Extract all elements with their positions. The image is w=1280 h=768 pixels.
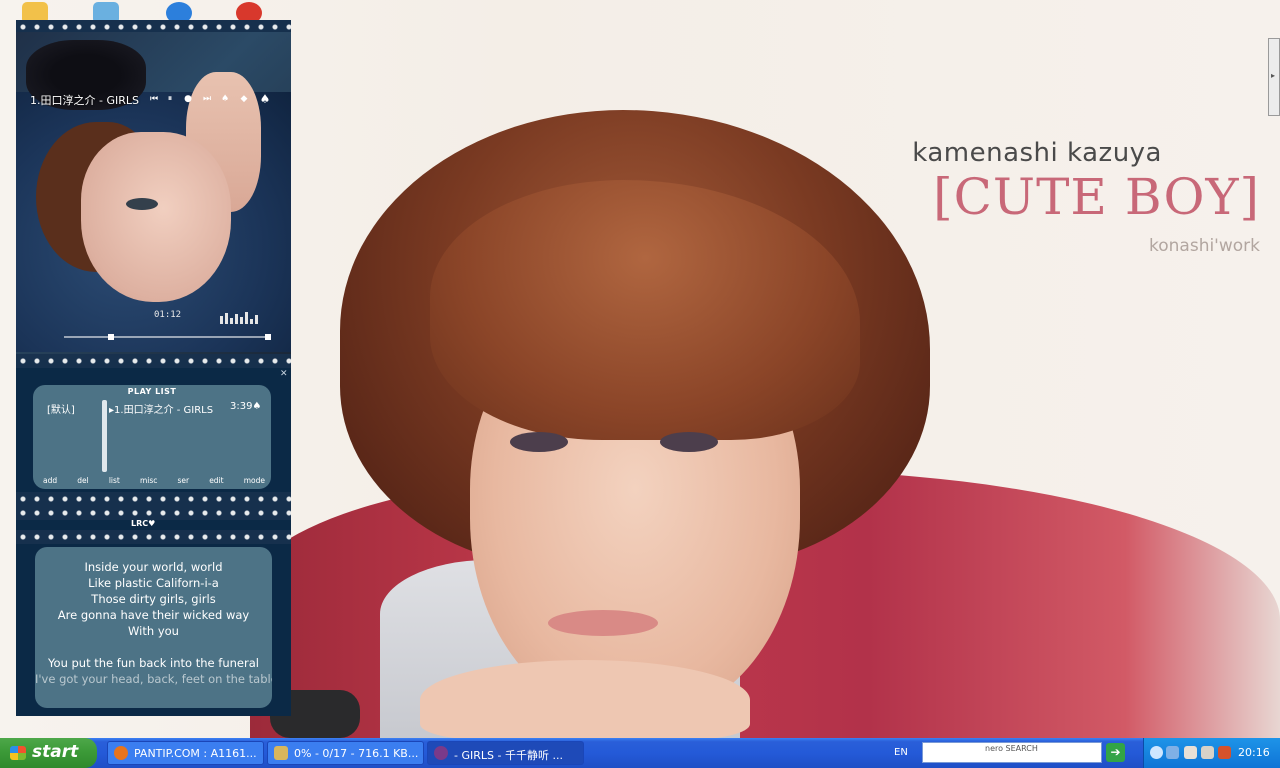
playlist-misc-button[interactable]: misc bbox=[140, 476, 157, 485]
clock[interactable]: 20:16 bbox=[1238, 746, 1270, 759]
playlist-add-button[interactable]: add bbox=[43, 476, 57, 485]
lyrics-panel: Inside your world, world Like plastic Ca… bbox=[35, 547, 272, 708]
playlist-mode-button[interactable]: mode bbox=[244, 476, 265, 485]
network-tray-icon[interactable] bbox=[1166, 746, 1179, 759]
taskbar-item-player[interactable]: - GIRLS - 千千静听 ... bbox=[427, 741, 584, 765]
scroll-right-arrow-icon: ▸ bbox=[1271, 71, 1276, 80]
spade-icon[interactable]: ♠ bbox=[258, 92, 272, 106]
playlist-ser-button[interactable]: ser bbox=[177, 476, 189, 485]
system-tray: 20:16 bbox=[1143, 738, 1280, 768]
scrollbar-stub[interactable]: ▸ bbox=[1268, 38, 1280, 116]
taskbar-item-label: - GIRLS - 千千静听 ... bbox=[454, 749, 563, 762]
next-button[interactable]: ⏭ bbox=[200, 92, 214, 106]
photo-eye bbox=[126, 198, 158, 210]
language-indicator[interactable]: EN bbox=[894, 747, 908, 758]
previous-button[interactable]: ⏮ bbox=[147, 92, 161, 106]
lace-border-lyrics-bottom bbox=[16, 530, 291, 544]
start-label: start bbox=[32, 742, 79, 762]
seek-end-marker bbox=[265, 334, 271, 340]
photo-face bbox=[81, 132, 231, 302]
playlist-del-button[interactable]: del bbox=[77, 476, 88, 485]
lyrics-title: LRC♥ bbox=[131, 519, 155, 528]
wallpaper-lips bbox=[548, 610, 658, 636]
playlist-item[interactable]: ▸1.田口淳之介 - GIRLS bbox=[109, 401, 227, 416]
playlist-item-duration: 3:39♠ bbox=[230, 401, 262, 412]
lace-border-mid bbox=[16, 354, 291, 368]
search-go-button[interactable]: ➔ bbox=[1106, 743, 1125, 762]
lyric-line: Inside your world, world bbox=[84, 560, 223, 574]
user-tray-icon[interactable] bbox=[1184, 746, 1197, 759]
lyric-line: With you bbox=[128, 624, 179, 638]
diamond-icon[interactable]: ◆ bbox=[237, 92, 251, 106]
playlist-scrollbar[interactable] bbox=[102, 400, 107, 472]
taskbar-item-pantip[interactable]: PANTIP.COM : A1161... bbox=[107, 741, 264, 765]
stop-button[interactable]: ● bbox=[181, 92, 195, 106]
volume-icon[interactable]: ♠ bbox=[218, 92, 232, 106]
playlist-toolbar: add del list misc ser edit mode bbox=[43, 476, 265, 485]
music-player-icon bbox=[434, 746, 448, 760]
taskbar: start PANTIP.COM : A1161... 0% - 0/17 - … bbox=[0, 738, 1280, 768]
wallpaper-name-text: kamenashi kazuya bbox=[912, 138, 1162, 168]
playlist-group[interactable]: [默认] bbox=[47, 401, 75, 416]
lyric-line: You put the fun back into the funeral bbox=[48, 656, 259, 670]
wallpaper-title-text: [CUTE BOY] bbox=[933, 168, 1260, 226]
playlist-title: PLAY LIST bbox=[127, 387, 177, 396]
spectrum-icon bbox=[220, 312, 258, 324]
pause-button[interactable]: ⏸ bbox=[163, 92, 177, 106]
windows-logo-icon bbox=[10, 746, 26, 760]
tray-expand-icon[interactable] bbox=[1150, 746, 1163, 759]
duration-text: 3:39 bbox=[230, 401, 253, 412]
wallpaper-hand bbox=[420, 660, 750, 738]
start-button[interactable]: start bbox=[0, 738, 97, 768]
lyric-line: Like plastic Californ-i-a bbox=[88, 576, 219, 590]
wallpaper-credit-text: konashi'work bbox=[1149, 236, 1260, 256]
playlist-edit-button[interactable]: edit bbox=[209, 476, 223, 485]
lace-border-lyrics-top-2 bbox=[16, 506, 291, 520]
nero-search-brand: nero SEARCH bbox=[985, 744, 1038, 753]
wallpaper-eye-right bbox=[660, 432, 718, 452]
seek-knob[interactable] bbox=[107, 334, 114, 340]
taskbar-item-label: 0% - 0/17 - 716.1 KB... bbox=[294, 747, 419, 760]
playlist-panel: PLAY LIST [默认] ▸1.田口淳之介 - GIRLS 3:39♠ ad… bbox=[33, 385, 271, 489]
heart-icon: ♥ bbox=[148, 519, 156, 528]
security-tray-icon[interactable] bbox=[1218, 746, 1231, 759]
panda-tray-icon[interactable] bbox=[1201, 746, 1214, 759]
taskbar-item-label: PANTIP.COM : A1161... bbox=[134, 747, 257, 760]
download-icon bbox=[274, 746, 288, 760]
lyric-line: I've got your head, back, feet on the ta… bbox=[35, 672, 272, 686]
close-icon[interactable]: ✕ bbox=[280, 369, 288, 379]
playback-time: 01:12 bbox=[154, 310, 182, 320]
playlist-list-button[interactable]: list bbox=[109, 476, 120, 485]
wallpaper-eye-left bbox=[510, 432, 568, 452]
lyric-line: Those dirty girls, girls bbox=[91, 592, 216, 606]
lyric-line: Are gonna have their wicked way bbox=[57, 608, 250, 622]
lace-border-lyrics-top bbox=[16, 492, 291, 506]
firefox-icon bbox=[114, 746, 128, 760]
lyrics-title-text: LRC bbox=[131, 519, 149, 528]
playlist-item-title: 1.田口淳之介 - GIRLS bbox=[114, 405, 214, 416]
music-player-window: 1.田口淳之介 - GIRLS ⏮ ⏸ ● ⏭ ♠ ◆ ♠ 01:12 ✕ PL… bbox=[16, 20, 291, 716]
now-playing-title: 1.田口淳之介 - GIRLS bbox=[30, 94, 139, 107]
nero-search-input[interactable]: nero SEARCH bbox=[922, 742, 1102, 763]
seek-bar[interactable] bbox=[64, 334, 271, 340]
taskbar-item-download[interactable]: 0% - 0/17 - 716.1 KB... bbox=[267, 741, 424, 765]
